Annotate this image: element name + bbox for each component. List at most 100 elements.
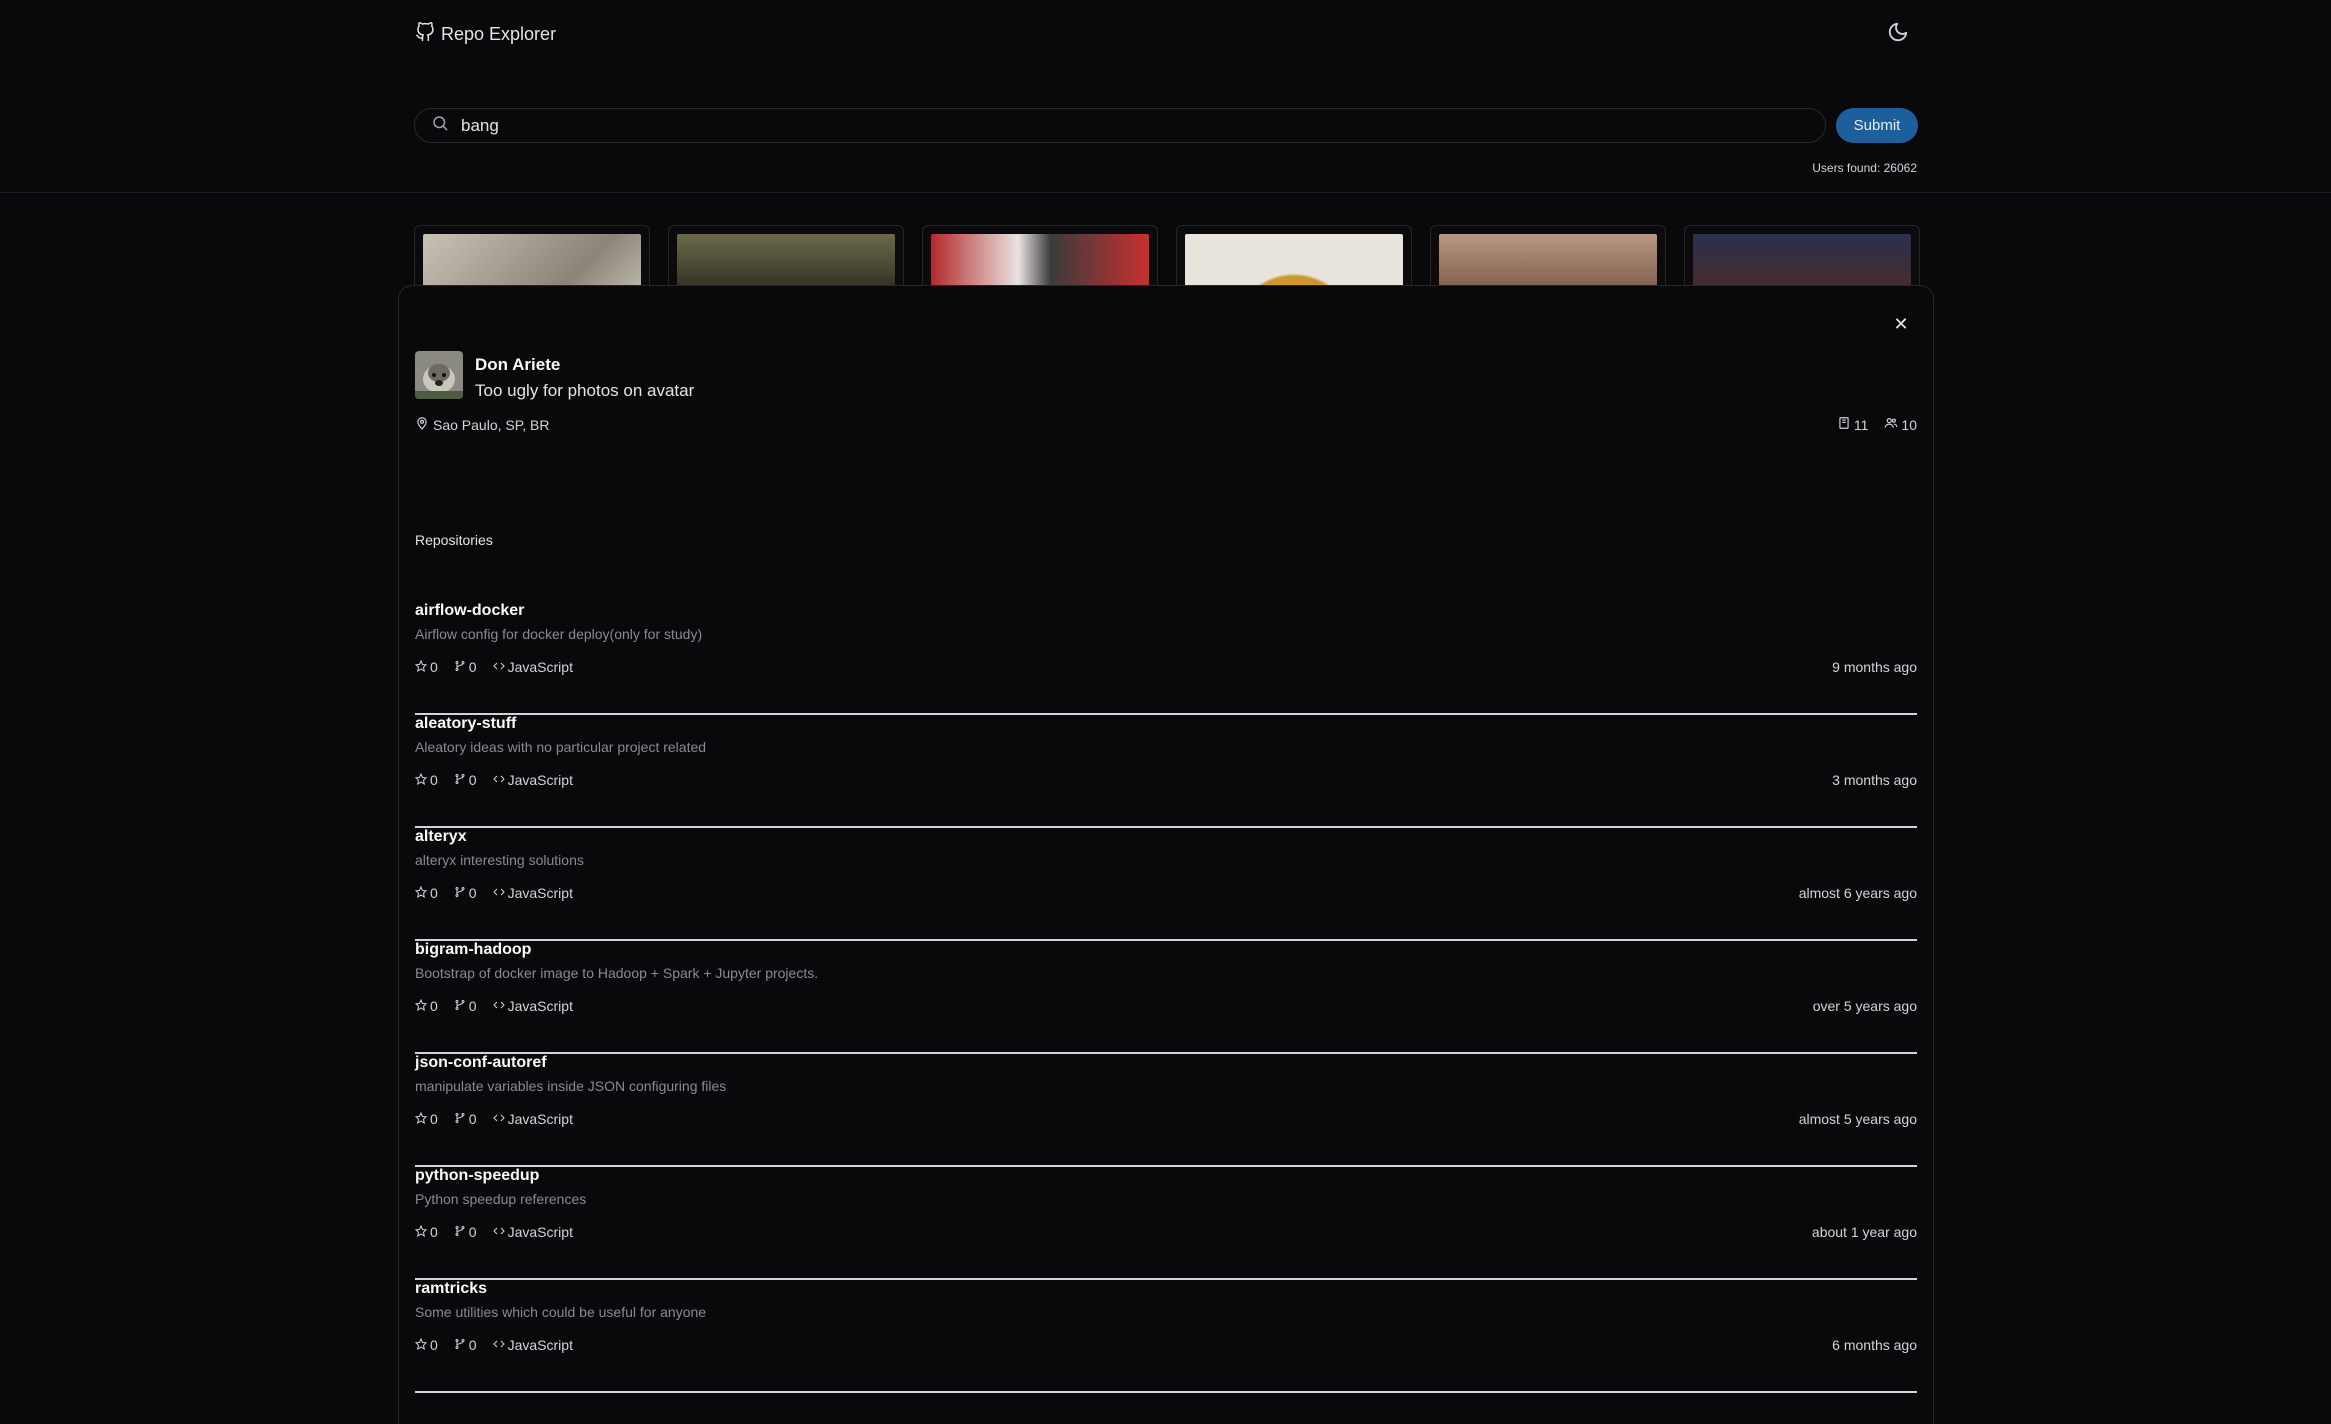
star-icon (414, 659, 428, 675)
search-box[interactable] (414, 108, 1826, 143)
repo-updated: almost 5 years ago (1798, 1111, 1917, 1127)
repo-item[interactable]: airflow-docker Airflow config for docker… (414, 602, 1917, 715)
location-text: Sao Paulo, SP, BR (433, 416, 550, 433)
stars-count: 0 (430, 1111, 438, 1127)
repo-item[interactable]: aleatory-stuff Aleatory ideas with no pa… (414, 715, 1917, 828)
repo-meta: 0 0 JavaScript (414, 659, 573, 675)
theme-toggle-button[interactable] (1880, 16, 1916, 52)
brand-title: Repo Explorer (441, 23, 557, 44)
forks-count: 0 (468, 1111, 477, 1127)
repo-item[interactable]: ramtricks Some utilities which could be … (414, 1280, 1917, 1393)
profile-name: Don Ariete (475, 355, 561, 374)
avatar (415, 351, 463, 399)
stars-count: 0 (430, 998, 438, 1014)
code-icon (492, 1224, 505, 1240)
stars-count: 0 (430, 772, 438, 788)
search-input[interactable] (461, 115, 1809, 136)
followers-count-stat: 10 (1884, 416, 1917, 433)
repo-meta: 0 0 JavaScript (414, 1337, 573, 1353)
repo-forks: 0 (454, 1224, 477, 1240)
repo-description: Python speedup references (415, 1191, 587, 1207)
repo-description: Airflow config for docker deploy(only fo… (415, 626, 703, 642)
code-icon (492, 1337, 505, 1353)
repos-count: 11 (1853, 416, 1869, 433)
repo-updated: 6 months ago (1832, 1337, 1917, 1353)
forks-count: 0 (468, 998, 477, 1014)
repo-description: manipulate variables inside JSON configu… (415, 1078, 727, 1094)
repo-updated: about 1 year ago (1811, 1224, 1917, 1240)
repo-meta: 0 0 JavaScript (414, 998, 573, 1014)
star-icon (414, 1224, 428, 1240)
forks-count: 0 (468, 885, 477, 901)
stars-count: 0 (430, 659, 438, 675)
repo-updated: 3 months ago (1832, 772, 1917, 788)
repo-stars: 0 (414, 1337, 438, 1353)
code-icon (492, 772, 505, 788)
code-icon (492, 885, 505, 901)
repo-language: JavaScript (492, 772, 573, 788)
repo-language: JavaScript (492, 998, 573, 1014)
star-icon (414, 998, 428, 1014)
header-divider (0, 192, 2331, 193)
repo-item[interactable]: alteryx alteryx interesting solutions 0 … (414, 828, 1917, 941)
repo-stars: 0 (414, 1111, 438, 1127)
fork-icon (454, 1337, 466, 1353)
repo-description: Aleatory ideas with no particular projec… (415, 739, 707, 755)
top-bar: Repo Explorer (415, 18, 1916, 50)
repo-meta: 0 0 JavaScript (414, 885, 573, 901)
language-name: JavaScript (507, 998, 573, 1014)
brand[interactable]: Repo Explorer (415, 21, 557, 47)
repo-name[interactable]: json-conf-autoref (415, 1054, 547, 1072)
search-row: Submit (414, 108, 1918, 144)
repo-meta: 0 0 JavaScript (414, 1224, 573, 1240)
repo-item[interactable]: bigram-hadoop Bootstrap of docker image … (414, 941, 1917, 1054)
repo-name[interactable]: alteryx (415, 828, 467, 846)
profile-stats: 11 10 (1837, 416, 1917, 433)
star-icon (414, 772, 428, 788)
repo-item[interactable]: python-speedup Python speedup references… (414, 1167, 1917, 1280)
book-icon (1837, 416, 1851, 433)
language-name: JavaScript (507, 1111, 573, 1127)
stars-count: 0 (430, 1224, 438, 1240)
users-found-count: Users found: 26062 (1812, 161, 1917, 175)
fork-icon (454, 885, 466, 901)
language-name: JavaScript (507, 1224, 573, 1240)
language-name: JavaScript (507, 659, 573, 675)
repositories-heading: Repositories (415, 532, 493, 548)
page: Repo Explorer Submit Users found: 26062 … (0, 0, 2331, 1424)
repo-forks: 0 (454, 1337, 477, 1353)
repo-language: JavaScript (492, 659, 573, 675)
user-detail-modal: ✕ Don Ariete Too ugly for photos on avat… (398, 285, 1934, 1424)
stars-count: 0 (430, 885, 438, 901)
repo-stars: 0 (414, 998, 438, 1014)
repo-name[interactable]: airflow-docker (415, 602, 524, 620)
repo-item[interactable]: json-conf-autoref manipulate variables i… (414, 1054, 1917, 1167)
repo-language: JavaScript (492, 1224, 573, 1240)
code-icon (492, 659, 505, 675)
forks-count: 0 (468, 1337, 477, 1353)
star-icon (414, 1337, 428, 1353)
repo-language: JavaScript (492, 885, 573, 901)
repo-name[interactable]: python-speedup (415, 1167, 539, 1185)
fork-icon (454, 1111, 466, 1127)
repo-name[interactable]: bigram-hadoop (415, 941, 531, 959)
repo-description: alteryx interesting solutions (415, 852, 584, 868)
close-icon: ✕ (1893, 313, 1909, 334)
repo-description: Some utilities which could be useful for… (415, 1304, 707, 1320)
submit-button[interactable]: Submit (1836, 108, 1918, 143)
repo-name[interactable]: aleatory-stuff (415, 715, 516, 733)
repo-forks: 0 (454, 772, 477, 788)
language-name: JavaScript (507, 772, 573, 788)
repo-meta: 0 0 JavaScript (414, 772, 573, 788)
fork-icon (454, 1224, 466, 1240)
forks-count: 0 (468, 1224, 477, 1240)
moon-icon (1887, 21, 1909, 48)
language-name: JavaScript (507, 1337, 573, 1353)
repo-name[interactable]: ramtricks (415, 1280, 487, 1298)
repo-list: airflow-docker Airflow config for docker… (414, 602, 1917, 1393)
fork-icon (454, 659, 466, 675)
repo-stars: 0 (414, 885, 438, 901)
repo-forks: 0 (454, 998, 477, 1014)
fork-icon (454, 772, 466, 788)
close-button[interactable]: ✕ (1889, 312, 1913, 336)
